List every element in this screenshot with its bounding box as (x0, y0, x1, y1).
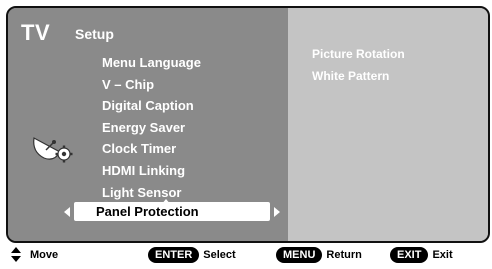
menu-item-energy-saver[interactable]: Energy Saver (102, 117, 201, 139)
exit-label: Exit (432, 249, 453, 261)
return-label: Return (326, 249, 362, 261)
enter-key-badge[interactable]: ENTER (148, 247, 200, 263)
submenu-item-picture-rotation[interactable]: Picture Rotation (312, 44, 405, 66)
triangle-left-icon[interactable] (64, 207, 70, 217)
setup-title: Setup (75, 26, 114, 42)
menu-item-clock-timer[interactable]: Clock Timer (102, 138, 201, 160)
up-down-arrows-icon (10, 247, 22, 263)
exit-hint: EXIT Exit (390, 246, 453, 264)
return-hint: MENU Return (276, 246, 362, 264)
menu-item-v-chip[interactable]: V – Chip (102, 74, 201, 96)
satellite-dish-with-gear-icon (33, 137, 73, 163)
footer-key-guide: Move ENTER Select MENU Return EXIT Exit (0, 241, 492, 269)
submenu-pane (288, 8, 488, 241)
panel-protection-submenu: Picture Rotation White Pattern (312, 44, 405, 87)
menu-item-digital-caption[interactable]: Digital Caption (102, 95, 201, 117)
menu-item-menu-language[interactable]: Menu Language (102, 52, 201, 74)
menu-key-badge[interactable]: MENU (276, 247, 323, 263)
select-label: Select (203, 249, 236, 261)
move-label: Move (30, 249, 59, 261)
move-hint: Move (10, 246, 58, 264)
menu-item-panel-protection[interactable]: Panel Protection (96, 202, 199, 221)
selected-menu-row[interactable]: Panel Protection (62, 202, 282, 221)
menu-item-hdmi-linking[interactable]: HDMI Linking (102, 160, 201, 182)
select-hint: ENTER Select (148, 246, 236, 264)
exit-key-badge[interactable]: EXIT (390, 247, 429, 263)
submenu-item-white-pattern[interactable]: White Pattern (312, 66, 405, 88)
menu-item-light-sensor[interactable]: Light Sensor (102, 182, 201, 204)
setup-menu-list: Menu Language V – Chip Digital Caption E… (102, 52, 201, 203)
triangle-right-icon[interactable] (274, 207, 280, 217)
tv-label: TV (21, 20, 51, 45)
